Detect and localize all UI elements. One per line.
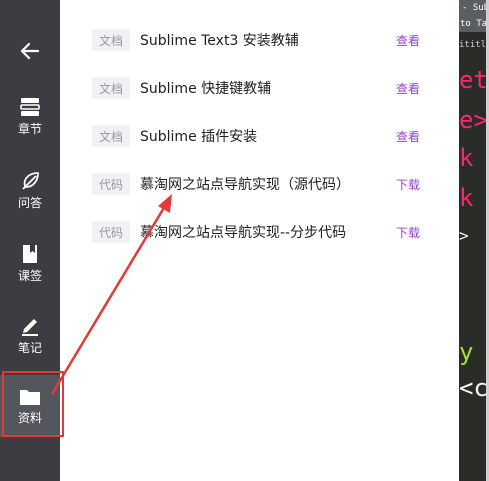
- view-link[interactable]: 查看: [396, 128, 420, 145]
- feather-icon: [22, 172, 39, 190]
- sidebar-item-materials[interactable]: 资料: [0, 375, 60, 437]
- list-item: 文档 Sublime Text3 安装教辅 查看: [60, 28, 459, 52]
- editor-title-fragment: - Subli: [462, 3, 489, 13]
- sidebar-item-label: 章节: [17, 122, 42, 136]
- chapter-icon: [20, 98, 40, 116]
- editor-titlebar: - Subli to Tas: [459, 0, 489, 32]
- type-tag: 代码: [92, 173, 130, 195]
- list-item: 代码 慕淘网之站点导航实现（源代码） 下载: [60, 172, 459, 196]
- resource-title: Sublime Text3 安装教辅: [140, 33, 299, 49]
- resource-title: Sublime 插件安装: [140, 129, 258, 145]
- sidebar-item-chapter[interactable]: 章节: [0, 96, 60, 136]
- sidebar-item-label: 资料: [17, 411, 42, 425]
- list-item: 代码 慕淘网之站点导航实现--分步代码 下载: [60, 220, 459, 244]
- type-tag: 代码: [92, 221, 130, 243]
- resource-title: 慕淘网之站点导航实现--分步代码: [140, 225, 347, 241]
- download-link[interactable]: 下载: [396, 176, 420, 193]
- sidebar-item-qa[interactable]: 问答: [0, 170, 60, 210]
- resource-title: 慕淘网之站点导航实现（源代码）: [140, 177, 350, 193]
- code-line: eta: [459, 66, 489, 94]
- editor-tab-fragment: ititled: [459, 40, 489, 50]
- folder-icon: [20, 390, 40, 405]
- course-sidebar: 章节 问答 课签 笔记 资料: [0, 0, 60, 481]
- type-tag: 文档: [92, 125, 130, 147]
- download-link[interactable]: 下载: [396, 224, 420, 241]
- code-line: e>: [459, 106, 488, 134]
- arrow-left-icon: [20, 42, 40, 60]
- resource-list: 文档 Sublime Text3 安装教辅 查看 文档 Sublime 快捷键教…: [60, 0, 459, 481]
- code-line: <c: [459, 374, 488, 402]
- list-item: 文档 Sublime 插件安装 查看: [60, 124, 459, 148]
- code-line: >: [459, 226, 469, 245]
- code-line: k r: [459, 184, 489, 212]
- type-tag: 文档: [92, 29, 130, 51]
- code-line: k r: [459, 144, 489, 172]
- sidebar-item-notes[interactable]: 笔记: [0, 315, 60, 355]
- code-line: y c: [459, 338, 489, 366]
- sidebar-item-label: 问答: [17, 196, 42, 210]
- back-button[interactable]: [0, 40, 60, 70]
- view-link[interactable]: 查看: [396, 32, 420, 49]
- resource-title: Sublime 快捷键教辅: [140, 81, 272, 97]
- sidebar-item-label: 课签: [17, 269, 42, 283]
- type-tag: 文档: [92, 77, 130, 99]
- sidebar-item-label: 笔记: [17, 341, 42, 355]
- background-editor-window: - Subli to Tas ititled eta e> k r k r > …: [459, 0, 489, 481]
- list-item: 文档 Sublime 快捷键教辅 查看: [60, 76, 459, 100]
- view-link[interactable]: 查看: [396, 80, 420, 97]
- sidebar-item-bookmark[interactable]: 课签: [0, 243, 60, 283]
- editor-menu-fragment: to Tas: [460, 19, 489, 29]
- pencil-icon: [22, 319, 38, 336]
- bookmark-icon: [23, 245, 37, 263]
